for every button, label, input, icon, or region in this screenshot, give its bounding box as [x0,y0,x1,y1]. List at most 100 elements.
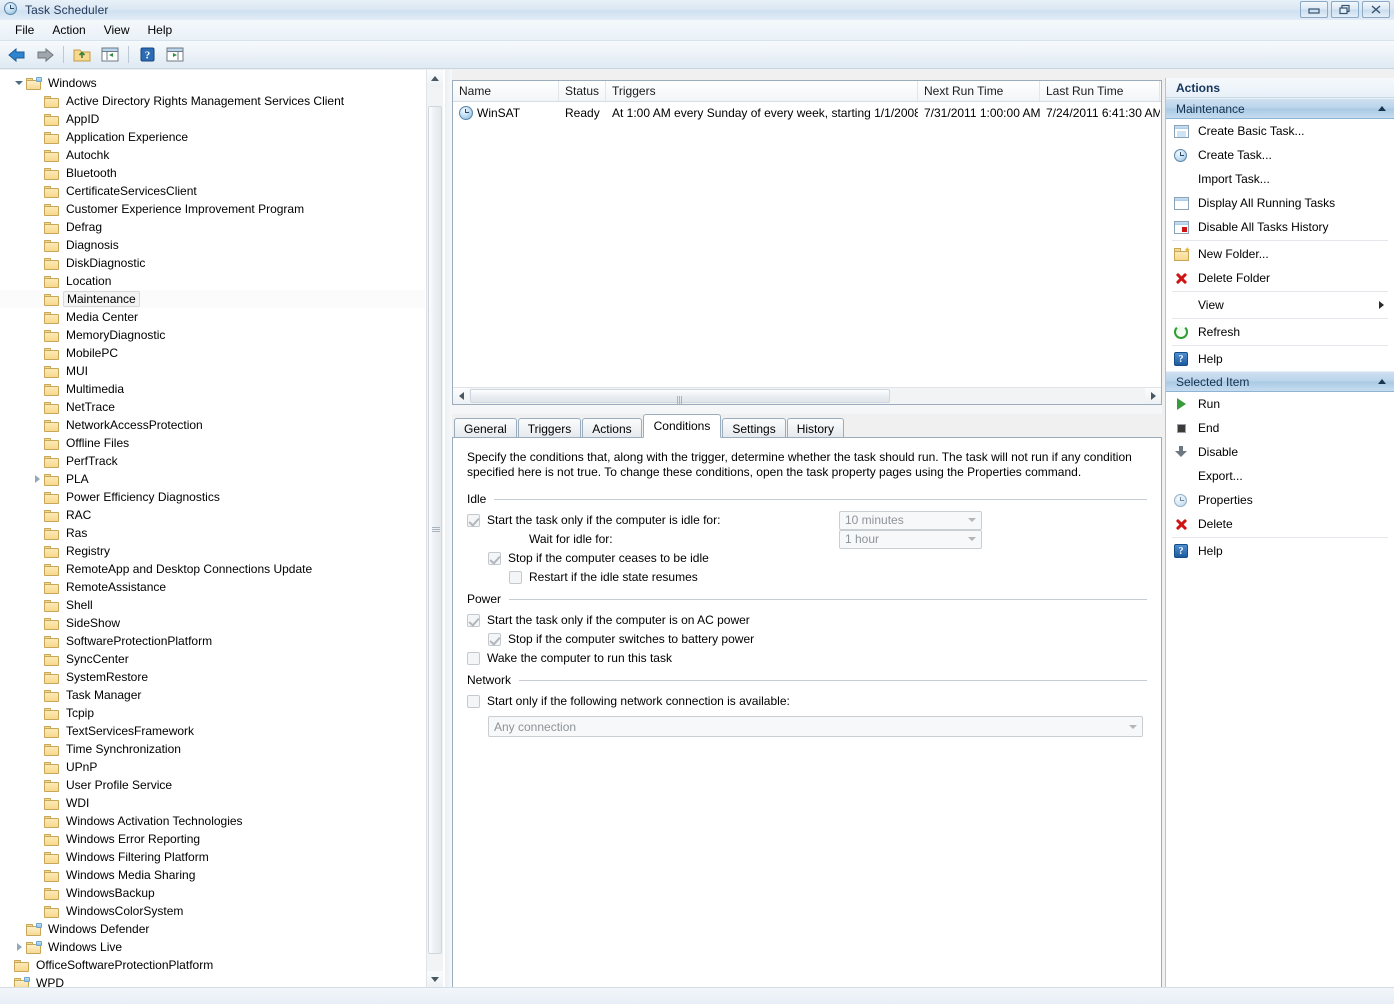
tree-item[interactable]: Windows [0,74,425,92]
tree-item[interactable]: MemoryDiagnostic [0,326,425,344]
column-header[interactable]: Next Run Time [918,81,1040,101]
forward-icon[interactable] [32,42,58,67]
condition-dropdown[interactable]: 10 minutes [839,510,982,530]
expander-expand-icon[interactable] [30,470,44,488]
tree-item[interactable]: WindowsBackup [0,884,425,902]
tree-item[interactable]: SoftwareProtectionPlatform [0,632,425,650]
action-item-end[interactable]: End [1166,416,1394,440]
tree-item[interactable]: Windows Activation Technologies [0,812,425,830]
action-item-new-folder[interactable]: ✦ New Folder... [1166,242,1394,266]
tree-item[interactable]: TextServicesFramework [0,722,425,740]
restore-button[interactable] [1331,1,1359,18]
tab-actions[interactable]: Actions [582,418,642,438]
tree-vertical-scrollbar[interactable] [426,70,443,988]
tree-item[interactable]: Power Efficiency Diagnostics [0,488,425,506]
tree-item[interactable]: AppID [0,110,425,128]
condition-checkbox[interactable] [488,632,501,646]
action-item-disable-all-tasks-history[interactable]: Disable All Tasks History [1166,215,1394,239]
tree-item[interactable]: WindowsColorSystem [0,902,425,920]
tree-item[interactable]: PLA [0,470,425,488]
action-item-import-task[interactable]: Import Task... [1166,167,1394,191]
tree-item[interactable]: Autochk [0,146,425,164]
action-item-help[interactable]: ? Help [1166,539,1394,563]
tree-item[interactable]: Bluetooth [0,164,425,182]
tree-item[interactable]: Shell [0,596,425,614]
tree-item[interactable]: PerfTrack [0,452,425,470]
scroll-down-button[interactable] [427,971,443,988]
tab-triggers[interactable]: Triggers [517,418,582,438]
action-item-disable[interactable]: Disable [1166,440,1394,464]
tree-item[interactable]: Customer Experience Improvement Program [0,200,425,218]
action-item-delete[interactable]: Delete [1166,512,1394,536]
tab-history[interactable]: History [786,418,845,438]
condition-checkbox[interactable] [467,651,480,665]
task-list-horizontal-scrollbar[interactable] [453,387,1161,404]
pane-splitter-horizontal[interactable] [452,405,1162,414]
tree-item[interactable]: UPnP [0,758,425,776]
tree-item[interactable]: Offline Files [0,434,425,452]
tree-item[interactable]: DiskDiagnostic [0,254,425,272]
actions-group-header[interactable]: Maintenance [1166,98,1394,119]
tree-item[interactable]: Media Center [0,308,425,326]
pane-splitter-vertical[interactable] [445,70,452,988]
scroll-left-button[interactable] [453,388,469,404]
action-item-properties[interactable]: Properties [1166,488,1394,512]
tab-settings[interactable]: Settings [722,418,786,438]
tree-item[interactable]: User Profile Service [0,776,425,794]
tree-item[interactable]: Defrag [0,218,425,236]
column-header[interactable]: Last Run Time [1040,81,1160,101]
console-tree[interactable]: Windows Active Directory Rights Managemen… [0,74,425,988]
action-item-create-task[interactable]: Create Task... [1166,143,1394,167]
tree-item[interactable]: Tcpip [0,704,425,722]
condition-dropdown[interactable]: 1 hour [839,529,982,549]
condition-checkbox[interactable] [488,551,501,565]
tree-item[interactable]: Windows Media Sharing [0,866,425,884]
column-header[interactable]: Triggers [606,81,918,101]
tree-item[interactable]: Time Synchronization [0,740,425,758]
expander-collapse-icon[interactable] [12,74,26,92]
tree-item[interactable]: CertificateServicesClient [0,182,425,200]
tree-item[interactable]: Windows Error Reporting [0,830,425,848]
expander-expand-icon[interactable] [12,938,26,956]
tree-scroll-thumb[interactable] [428,106,442,954]
action-item-create-basic-task[interactable]: Create Basic Task... [1166,119,1394,143]
tree-item[interactable]: MUI [0,362,425,380]
tree-item[interactable]: WPD [0,974,425,988]
tree-item[interactable]: MobilePC [0,344,425,362]
tree-item[interactable]: Windows Defender [0,920,425,938]
action-item-refresh[interactable]: Refresh [1166,320,1394,344]
tree-item[interactable]: RemoteAssistance [0,578,425,596]
tree-item[interactable]: Maintenance [0,290,425,308]
column-header[interactable]: Name [453,81,559,101]
console-tree-pane[interactable]: Windows Active Directory Rights Managemen… [0,70,446,988]
menu-view[interactable]: View [95,21,139,39]
tree-item[interactable]: Windows Filtering Platform [0,848,425,866]
tree-item[interactable]: Location [0,272,425,290]
column-header[interactable]: Status [559,81,606,101]
task-row[interactable]: WinSAT Ready At 1:00 AM every Sunday of ev… [453,102,1161,123]
tree-item[interactable]: SyncCenter [0,650,425,668]
minimize-button[interactable] [1300,1,1328,18]
tree-item[interactable]: Registry [0,542,425,560]
action-item-help[interactable]: ? Help [1166,347,1394,371]
tree-item[interactable]: Ras [0,524,425,542]
tree-item[interactable]: OfficeSoftwareProtectionPlatform [0,956,425,974]
action-item-view[interactable]: View [1166,293,1394,317]
close-button[interactable] [1362,1,1390,18]
tree-item[interactable]: Task Manager [0,686,425,704]
action-item-export[interactable]: Export... [1166,464,1394,488]
tree-item[interactable]: RAC [0,506,425,524]
task-list-pane[interactable]: Name Status Triggers Next Run Time Last Run … [452,80,1162,405]
action-item-display-all-running-tasks[interactable]: Display All Running Tasks [1166,191,1394,215]
action-item-run[interactable]: Run [1166,392,1394,416]
back-icon[interactable] [4,42,30,67]
condition-checkbox[interactable] [467,694,480,708]
task-list-body[interactable]: WinSAT Ready At 1:00 AM every Sunday of ev… [453,102,1161,123]
up-one-level-icon[interactable] [69,42,95,67]
menu-action[interactable]: Action [43,21,94,39]
tree-item[interactable]: SystemRestore [0,668,425,686]
help-icon[interactable]: ? [134,42,160,67]
tree-item[interactable]: Active Directory Rights Management Servi… [0,92,425,110]
menu-help[interactable]: Help [139,21,182,39]
chevron-up-icon[interactable] [1378,379,1386,384]
